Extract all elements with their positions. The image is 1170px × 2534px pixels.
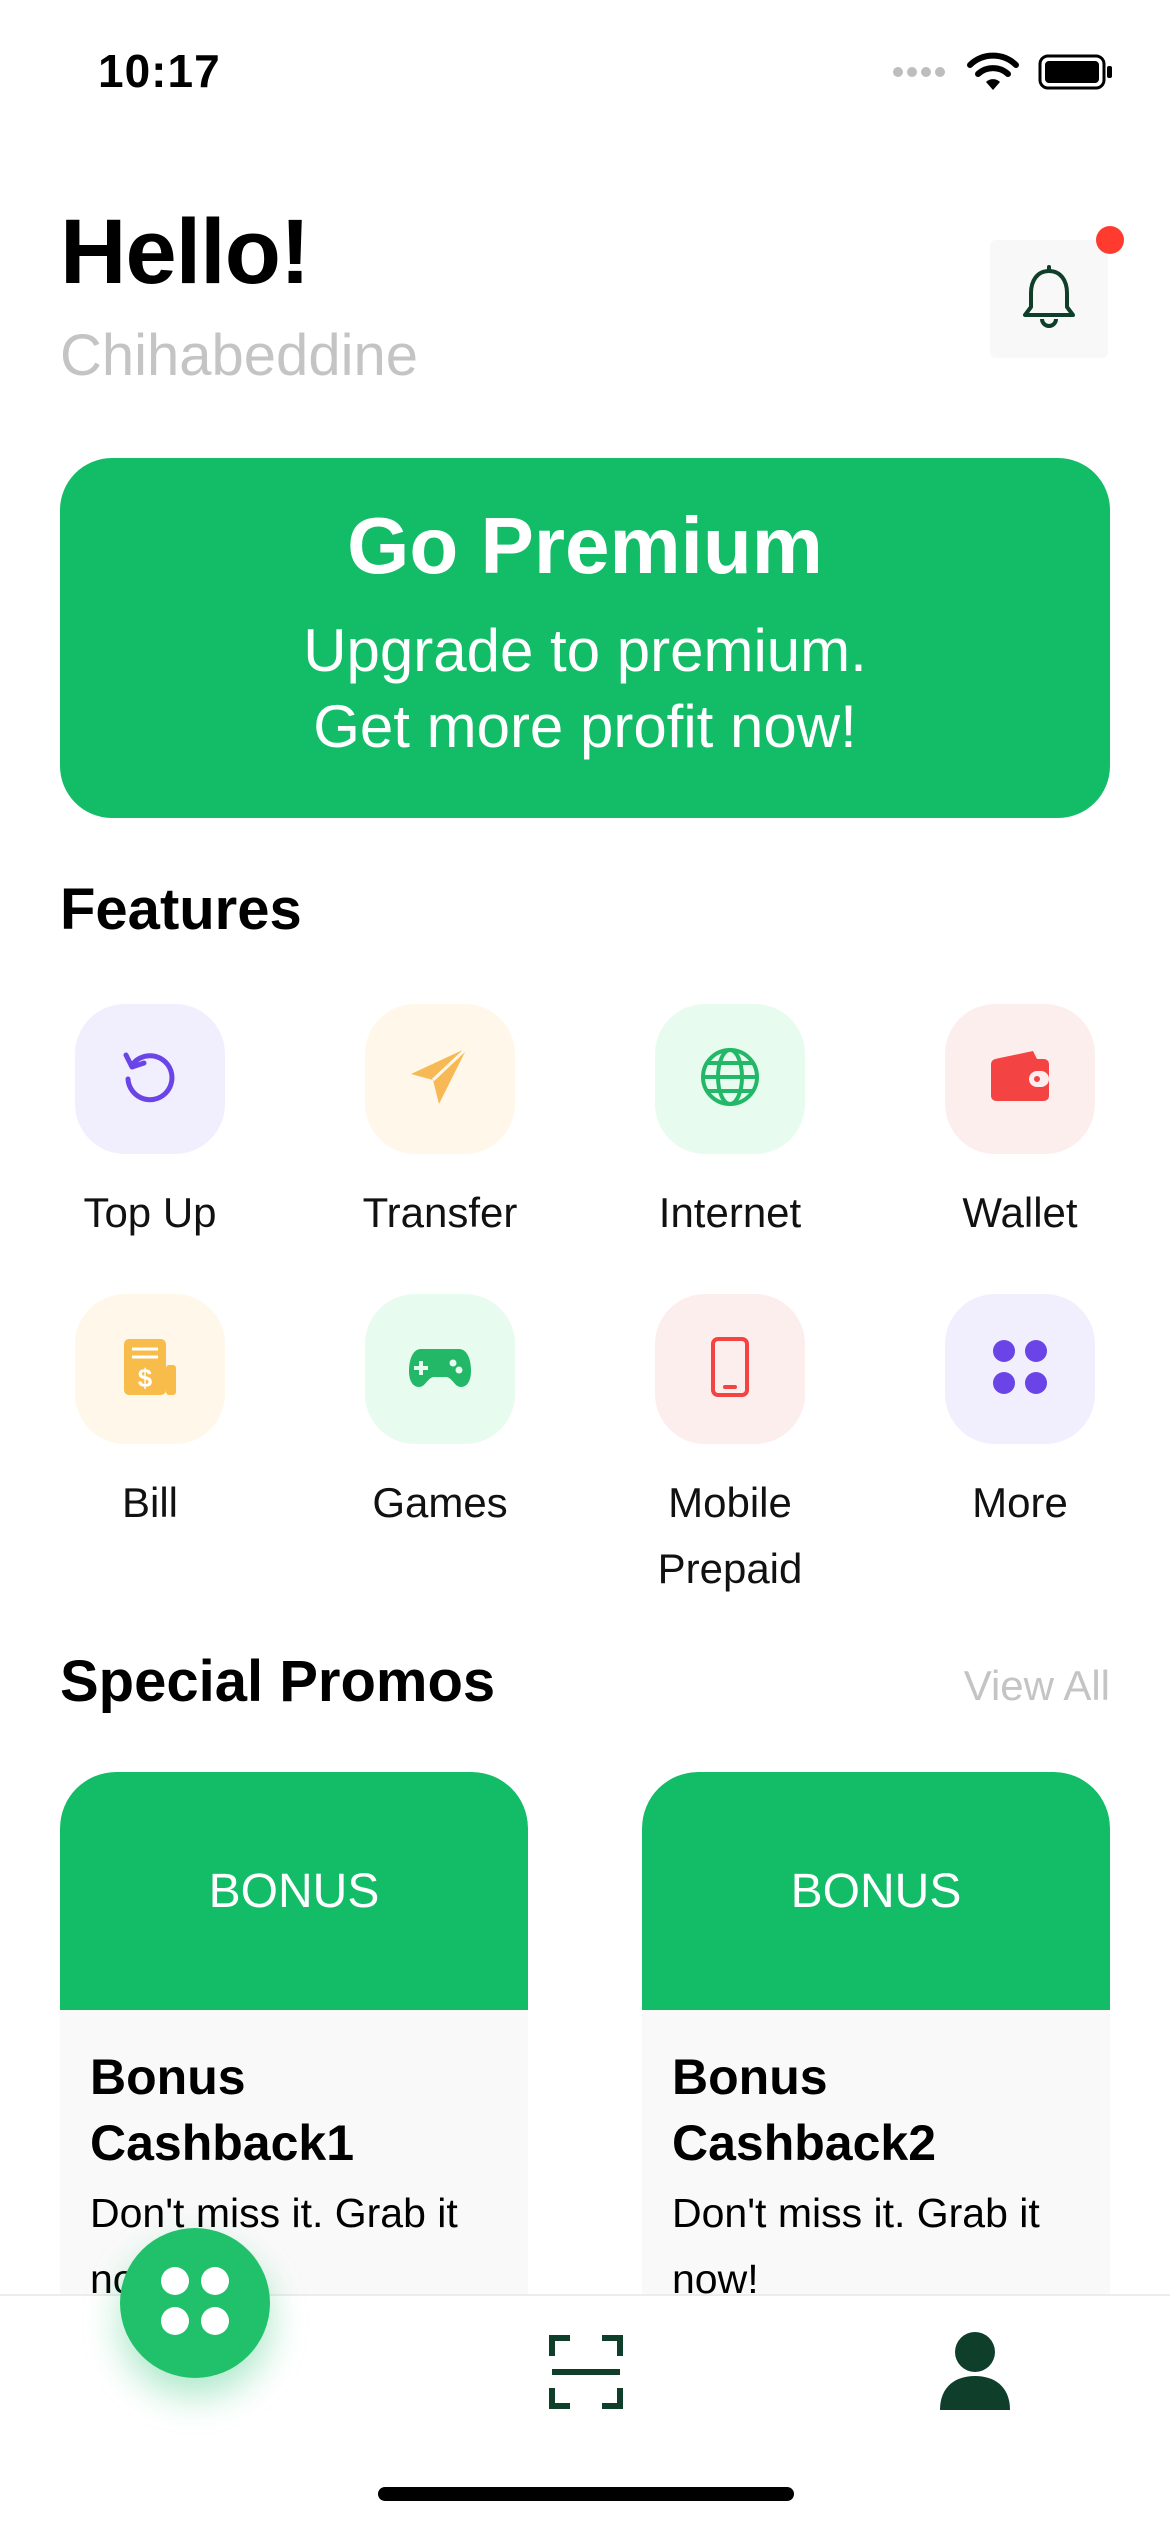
- features-title: Features: [60, 877, 302, 942]
- promo-card[interactable]: BONUS Bonus Cashback2 Don't miss it. Gra…: [642, 1772, 1110, 2332]
- feature-label: Mobile Prepaid: [585, 1470, 875, 1602]
- mobile-prepaid-tile: [655, 1294, 805, 1444]
- more-tile: [945, 1294, 1095, 1444]
- nav-profile-button[interactable]: [938, 2330, 1012, 2417]
- notification-badge: [1096, 226, 1124, 254]
- feature-label: Internet: [658, 1189, 802, 1236]
- top-up-tile: [75, 1004, 225, 1154]
- wallet-tile: [945, 1004, 1095, 1154]
- feature-more[interactable]: More: [875, 1294, 1165, 1536]
- feature-label: Transfer: [362, 1189, 518, 1236]
- promos-title: Special Promos: [60, 1649, 496, 1714]
- svg-text:$: $: [138, 1363, 153, 1393]
- promo-title: Bonus Cashback2: [672, 2049, 937, 2171]
- premium-line-1: Upgrade to premium.: [303, 617, 867, 684]
- feature-label: Top Up: [83, 1189, 217, 1236]
- wifi-icon: [966, 52, 1020, 97]
- promo-badge: BONUS: [642, 1772, 1110, 2010]
- paper-plane-icon: [407, 1044, 473, 1115]
- refresh-icon: [118, 1045, 182, 1114]
- feature-label: More: [972, 1479, 1068, 1526]
- bill-icon: $: [118, 1335, 182, 1404]
- grid-dots-icon: [155, 2261, 235, 2346]
- go-premium-banner[interactable]: Go Premium Upgrade to premium. Get more …: [60, 458, 1110, 818]
- feature-label: Bill: [121, 1479, 178, 1526]
- home-indicator: [378, 2487, 794, 2501]
- promo-title: Bonus Cashback1: [90, 2049, 355, 2171]
- transfer-tile: [365, 1004, 515, 1154]
- phone-icon: [710, 1336, 750, 1403]
- notifications-button[interactable]: [990, 240, 1108, 358]
- grid-dots-icon: [988, 1335, 1052, 1404]
- battery-icon: [1038, 54, 1114, 95]
- promo-description: Don't miss it. Grab it now!: [672, 2190, 1040, 2302]
- promo-card[interactable]: BONUS Bonus Cashback1 Don't miss it. Gra…: [60, 1772, 528, 2332]
- greeting-title: Hello!: [60, 201, 311, 303]
- internet-tile: [655, 1004, 805, 1154]
- games-tile: [365, 1294, 515, 1444]
- feature-label-line-1: Mobile: [668, 1479, 792, 1526]
- scan-icon: [548, 2335, 624, 2414]
- status-icons: [892, 52, 1114, 97]
- status-time: 10:17: [98, 45, 221, 97]
- nav-scan-button[interactable]: [548, 2334, 624, 2415]
- feature-bill[interactable]: $ Bill: [5, 1294, 295, 1536]
- username: Chihabeddine: [60, 323, 418, 388]
- profile-icon: [938, 2332, 1012, 2416]
- gamepad-icon: [407, 1345, 473, 1394]
- signal-icon: [892, 65, 948, 84]
- premium-line-2: Get more profit now!: [313, 693, 857, 760]
- feature-internet[interactable]: Internet: [585, 1004, 875, 1246]
- feature-wallet[interactable]: Wallet: [875, 1004, 1165, 1246]
- globe-icon: [698, 1045, 762, 1114]
- feature-label-line-2: Prepaid: [657, 1545, 803, 1592]
- home-fab-button[interactable]: [120, 2228, 270, 2378]
- view-all-link[interactable]: View All: [964, 1662, 1110, 1710]
- bill-tile: $: [75, 1294, 225, 1444]
- bell-icon: [1021, 264, 1077, 334]
- premium-title: Go Premium: [347, 501, 823, 590]
- wallet-icon: [987, 1049, 1053, 1110]
- feature-games[interactable]: Games: [295, 1294, 585, 1536]
- feature-mobile-prepaid[interactable]: Mobile Prepaid: [585, 1294, 875, 1602]
- feature-transfer[interactable]: Transfer: [295, 1004, 585, 1246]
- promo-badge: BONUS: [60, 1772, 528, 2010]
- feature-label: Wallet: [962, 1189, 1078, 1236]
- feature-label: Games: [372, 1479, 508, 1526]
- feature-top-up[interactable]: Top Up: [5, 1004, 295, 1246]
